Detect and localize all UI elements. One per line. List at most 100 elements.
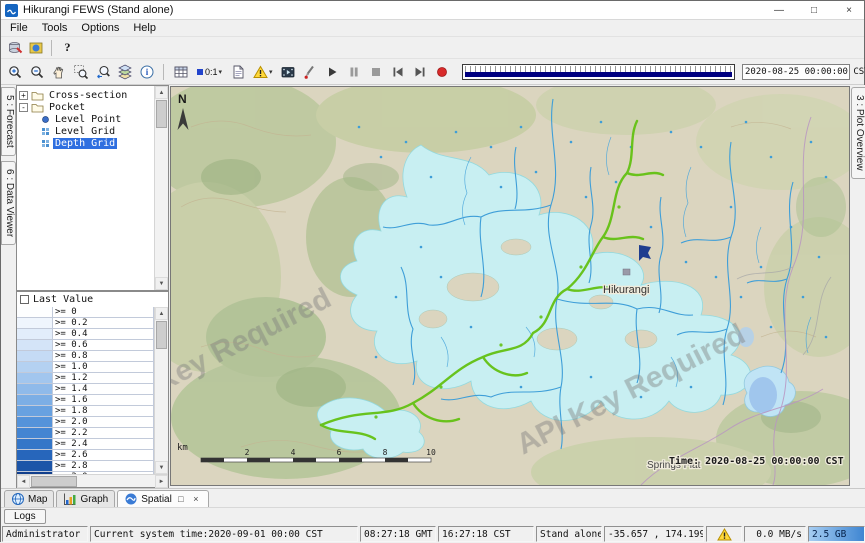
status-user: Administrator [2, 526, 88, 542]
map-canvas[interactable]: Hikurangi Springs Flat API Key Required … [171, 87, 849, 485]
play-icon[interactable] [322, 62, 343, 82]
scale-select[interactable]: 0:1 ▾ [192, 62, 226, 82]
scroll-right-icon[interactable]: ► [155, 475, 168, 488]
pause-icon[interactable] [344, 62, 365, 82]
legend-horizontal-scrollbar[interactable]: ◄ ► [17, 474, 168, 487]
legend-label: >= 1.6 [53, 395, 154, 406]
grid-layer-icon [41, 139, 50, 148]
map-time-label: Time: 2020-08-25 00:00:00 CST [669, 455, 844, 467]
tab-map[interactable]: Map [4, 490, 54, 507]
menu-bar: FileToolsOptionsHelp [1, 20, 864, 37]
legend-label: >= 0.8 [53, 351, 154, 362]
menu-options[interactable]: Options [74, 21, 126, 35]
collapse-icon[interactable]: - [19, 103, 28, 112]
deep-water-patch [749, 377, 777, 413]
tab-maximize-button[interactable]: □ [175, 493, 187, 505]
scrollbar-thumb[interactable] [156, 100, 167, 128]
legend-swatch [17, 307, 53, 318]
animation-export-icon[interactable] [278, 62, 299, 82]
legend-swatch [17, 340, 53, 351]
chevron-down-icon: ▾ [219, 68, 223, 76]
application-window: { "window": { "title": "Hikurangi FEWS (… [0, 0, 865, 542]
svg-text:km: km [177, 443, 188, 453]
grid-icon[interactable] [170, 62, 191, 82]
tab-graph[interactable]: Graph [56, 490, 115, 507]
legend-label: >= 0.2 [53, 318, 154, 329]
menu-tools[interactable]: Tools [35, 21, 75, 35]
zoom-out-icon[interactable] [26, 62, 47, 82]
tab-plot-overview[interactable]: 3 : Plot Overview [851, 87, 865, 179]
tree-vertical-scrollbar[interactable]: ▲ ▼ [154, 86, 168, 290]
stop-icon[interactable] [366, 62, 387, 82]
datetime-field[interactable]: 2020-08-25 00:00:00 CST [742, 64, 850, 80]
tree-item-cross-section[interactable]: + Cross-section [19, 89, 153, 101]
legend-label: >= 0.4 [53, 329, 154, 340]
warning-threshold-icon[interactable]: ▾ [249, 62, 277, 82]
status-coordinates: -35.657 , 174.199 [604, 526, 704, 542]
tab-forecast[interactable]: 5 : Forecast [1, 87, 16, 156]
zoom-in-icon[interactable] [4, 62, 25, 82]
scroll-left-icon[interactable]: ◄ [17, 475, 30, 488]
legend-vertical-scrollbar[interactable]: ▲ ▼ [154, 307, 168, 474]
legend-row: >= 0 [17, 307, 154, 318]
tree-item-level-grid[interactable]: Level Grid [19, 125, 153, 137]
legend-swatch [17, 373, 53, 384]
tree-item-pocket[interactable]: - Pocket [19, 101, 153, 113]
legend-label: >= 1.2 [53, 373, 154, 384]
svg-text:10: 10 [426, 448, 436, 457]
pan-hand-icon[interactable] [48, 62, 69, 82]
legend-row: >= 1.8 [17, 406, 154, 417]
legend-row: >= 2.2 [17, 428, 154, 439]
legend-row: >= 1.0 [17, 362, 154, 373]
legend-label: >= 1.0 [53, 362, 154, 373]
menu-file[interactable]: File [3, 21, 35, 35]
layers-icon[interactable] [114, 62, 135, 82]
close-button[interactable]: × [834, 1, 864, 20]
report-icon[interactable] [227, 62, 248, 82]
scroll-down-icon[interactable]: ▼ [155, 461, 168, 474]
tab-close-button[interactable]: × [190, 493, 202, 505]
legend-label: >= 1.8 [53, 406, 154, 417]
zoom-box-icon[interactable] [70, 62, 91, 82]
left-tab-strip: 5 : Forecast 6 : Data Viewer [1, 85, 16, 488]
layers-tree-panel: + Cross-section - Pocket Level Point Lev… [16, 85, 169, 291]
menu-help[interactable]: Help [126, 21, 163, 35]
map-panel: Hikurangi Springs Flat API Key Required … [170, 86, 850, 486]
tab-data-viewer[interactable]: 6 : Data Viewer [1, 161, 16, 245]
status-memory: 2.5 GB [808, 526, 865, 542]
legend-swatch [17, 329, 53, 340]
scrollbar-thumb[interactable] [156, 321, 167, 349]
dropper-icon[interactable] [300, 62, 321, 82]
legend-swatch [17, 406, 53, 417]
tree-item-level-point[interactable]: Level Point [19, 113, 153, 125]
tree-item-depth-grid[interactable]: Depth Grid [19, 137, 153, 149]
window-title: Hikurangi FEWS (Stand alone) [23, 4, 173, 16]
town-label: Hikurangi [603, 284, 649, 296]
expand-icon[interactable]: + [19, 91, 28, 100]
svg-text:4: 4 [291, 448, 296, 457]
minimize-button[interactable]: — [764, 1, 794, 20]
legend-swatch [17, 395, 53, 406]
database-icon[interactable] [4, 38, 25, 58]
skip-to-end-icon[interactable] [410, 62, 431, 82]
last-value-checkbox[interactable] [20, 295, 29, 304]
scrollbar-thumb[interactable] [31, 476, 77, 487]
map-display-icon[interactable] [25, 38, 46, 58]
logs-button[interactable]: Logs [4, 509, 46, 524]
legend-label: >= 2.2 [53, 428, 154, 439]
help-icon[interactable]: ? [57, 38, 78, 58]
maximize-button[interactable]: □ [799, 1, 829, 20]
scroll-up-icon[interactable]: ▲ [155, 86, 168, 99]
tree-item-label: Pocket [47, 102, 87, 113]
tab-spatial[interactable]: Spatial □ × [117, 490, 209, 507]
skip-to-start-icon[interactable] [388, 62, 409, 82]
status-warning[interactable] [706, 526, 742, 542]
zoom-previous-icon[interactable] [92, 62, 113, 82]
svg-text:8: 8 [383, 448, 388, 457]
info-icon[interactable]: i [136, 62, 157, 82]
scroll-down-icon[interactable]: ▼ [155, 277, 168, 290]
scroll-up-icon[interactable]: ▲ [155, 307, 168, 320]
tree-item-label: Level Point [53, 114, 123, 125]
record-icon[interactable] [432, 62, 453, 82]
timeline-slider[interactable] [462, 64, 735, 80]
